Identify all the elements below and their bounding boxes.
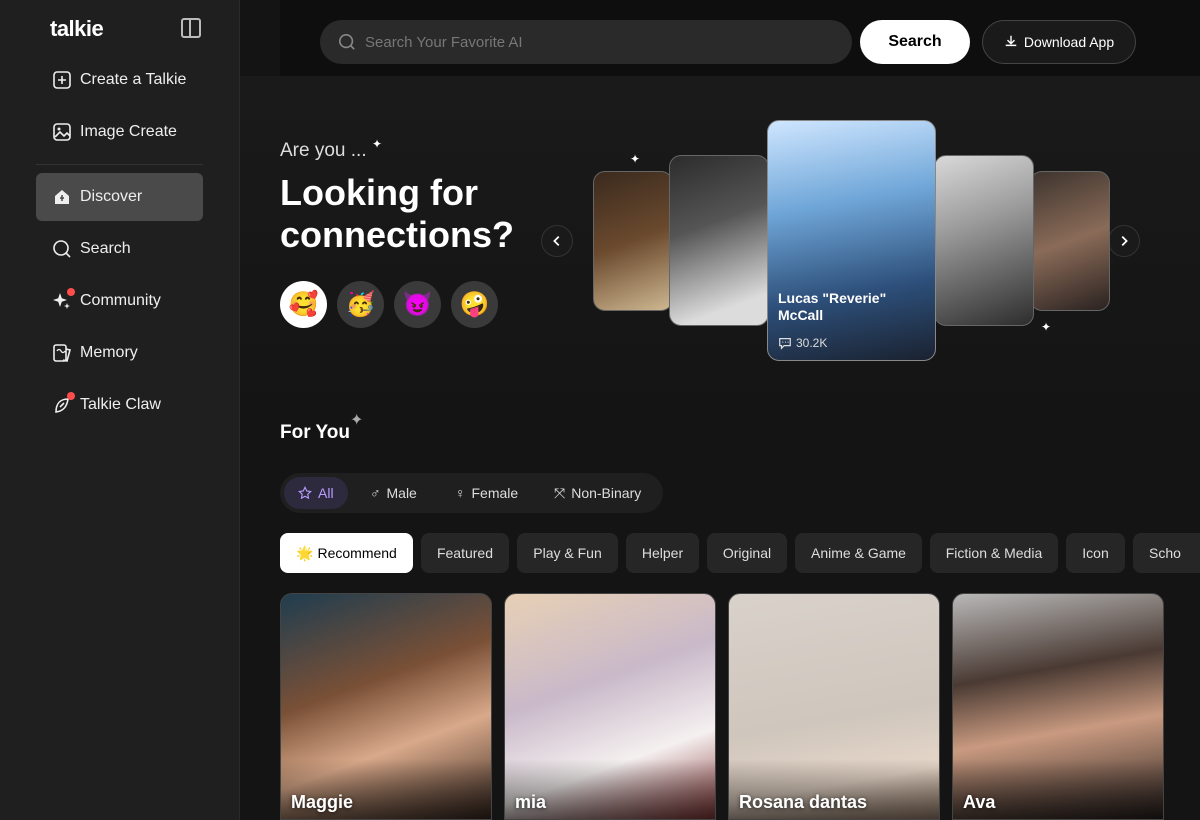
character-card[interactable]: Ava xyxy=(952,593,1164,820)
sparkle-icon: ✦ xyxy=(630,152,641,166)
tab-non-binary[interactable]: ⤧ Non-Binary xyxy=(540,477,655,509)
sidebar-item-label: Create a Talkie xyxy=(80,71,187,88)
sidebar-item-image-create[interactable]: Image Create xyxy=(36,108,203,156)
download-app-button[interactable]: Download App xyxy=(982,20,1136,64)
carousel-card[interactable] xyxy=(669,155,769,326)
sidebar-item-community[interactable]: Community xyxy=(36,277,203,325)
character-name: Rosana dantas xyxy=(739,792,868,812)
download-app-label: Download App xyxy=(1023,34,1115,50)
sidebar-item-memory[interactable]: Memory xyxy=(36,329,203,377)
character-name: Ava xyxy=(963,792,996,812)
sidebar-item-search[interactable]: Search xyxy=(36,225,203,273)
carousel-card[interactable] xyxy=(1030,171,1110,311)
section-title-for-you: For You xyxy=(280,422,351,443)
featured-character-stats: 30.2K xyxy=(778,336,827,350)
emoji-filter-party[interactable]: 🥳 xyxy=(337,281,384,328)
search-icon xyxy=(52,239,72,259)
featured-character-card[interactable]: Lucas "Reverie" McCall 30.2K xyxy=(767,120,936,361)
sidebar-item-label: Community xyxy=(80,292,161,309)
notification-dot xyxy=(67,288,75,296)
character-card[interactable]: Maggie xyxy=(280,593,492,820)
chevron-left-icon xyxy=(553,236,560,246)
hero-title: Looking for connections? xyxy=(280,172,515,255)
sidebar-item-label: Talkie Claw xyxy=(80,396,161,413)
character-card[interactable]: mia xyxy=(504,593,716,820)
carousel-card[interactable] xyxy=(593,171,673,311)
featured-character-name: Lucas "Reverie" McCall xyxy=(778,290,887,323)
star-icon xyxy=(298,486,312,500)
category-play-fun[interactable]: Play & Fun xyxy=(517,533,618,573)
sidebar-item-label: Search xyxy=(80,240,131,257)
character-card[interactable]: Rosana dantas xyxy=(728,593,940,820)
emoji-filter-devil[interactable]: 😈 xyxy=(394,281,441,328)
character-name: mia xyxy=(515,792,547,812)
sidebar-divider xyxy=(36,164,203,165)
download-icon xyxy=(1004,34,1018,51)
search-input[interactable] xyxy=(320,20,852,64)
sidebar-item-label: Image Create xyxy=(80,123,177,140)
sparkle-icon: ✦ xyxy=(350,412,364,429)
chat-icon xyxy=(779,338,791,350)
tab-male[interactable]: ♂ Male xyxy=(356,477,431,509)
claw-icon xyxy=(52,392,75,415)
emoji-filter-silly[interactable]: 🤪 xyxy=(451,281,498,328)
male-icon: ♂ xyxy=(370,485,381,501)
sparkle-icon xyxy=(52,288,75,311)
category-recommend[interactable]: 🌟 Recommend xyxy=(280,533,413,573)
category-icon[interactable]: Icon xyxy=(1066,533,1125,573)
chevron-right-icon xyxy=(1121,236,1128,246)
memory-icon xyxy=(52,343,72,363)
image-icon xyxy=(52,122,72,142)
character-name: Maggie xyxy=(291,792,354,812)
non-binary-icon: ⤧ xyxy=(554,484,566,501)
category-school[interactable]: Scho xyxy=(1133,533,1200,573)
search-icon xyxy=(338,33,356,51)
sidebar: talkie Create a Talkie Image Create Disc… xyxy=(0,0,240,820)
talkie-logo[interactable]: talkie xyxy=(50,16,104,42)
tab-all[interactable]: All xyxy=(284,477,348,509)
sidebar-item-discover[interactable]: Discover xyxy=(36,173,203,221)
carousel-card[interactable] xyxy=(934,155,1034,326)
category-featured[interactable]: Featured xyxy=(421,533,509,573)
female-icon: ♀ xyxy=(455,485,466,501)
sidebar-item-create-talkie[interactable]: Create a Talkie xyxy=(36,56,203,104)
sidebar-item-label: Discover xyxy=(80,188,143,205)
sidebar-item-label: Memory xyxy=(80,344,138,361)
carousel-prev-button[interactable] xyxy=(541,225,573,257)
sidebar-item-talkie-claw[interactable]: Talkie Claw xyxy=(36,381,203,429)
emoji-filter-love[interactable]: 🥰 xyxy=(280,281,327,328)
home-icon xyxy=(52,187,72,207)
category-helper[interactable]: Helper xyxy=(626,533,699,573)
category-original[interactable]: Original xyxy=(707,533,787,573)
plus-square-icon xyxy=(52,70,72,90)
sparkle-icon: ✦ xyxy=(372,137,383,151)
tab-female[interactable]: ♀ Female xyxy=(441,477,532,509)
carousel-next-button[interactable] xyxy=(1108,225,1140,257)
collapse-sidebar-icon[interactable] xyxy=(181,18,201,38)
category-fiction-media[interactable]: Fiction & Media xyxy=(930,533,1058,573)
notification-dot xyxy=(67,392,75,400)
category-anime-game[interactable]: Anime & Game xyxy=(795,533,922,573)
hero-pre-title: Are you ... xyxy=(280,140,367,161)
sparkle-icon: ✦ xyxy=(1041,320,1052,334)
gender-filter-tabs: All ♂ Male ♀ Female ⤧ Non-Binary xyxy=(280,473,663,513)
search-button[interactable]: Search xyxy=(860,20,970,64)
